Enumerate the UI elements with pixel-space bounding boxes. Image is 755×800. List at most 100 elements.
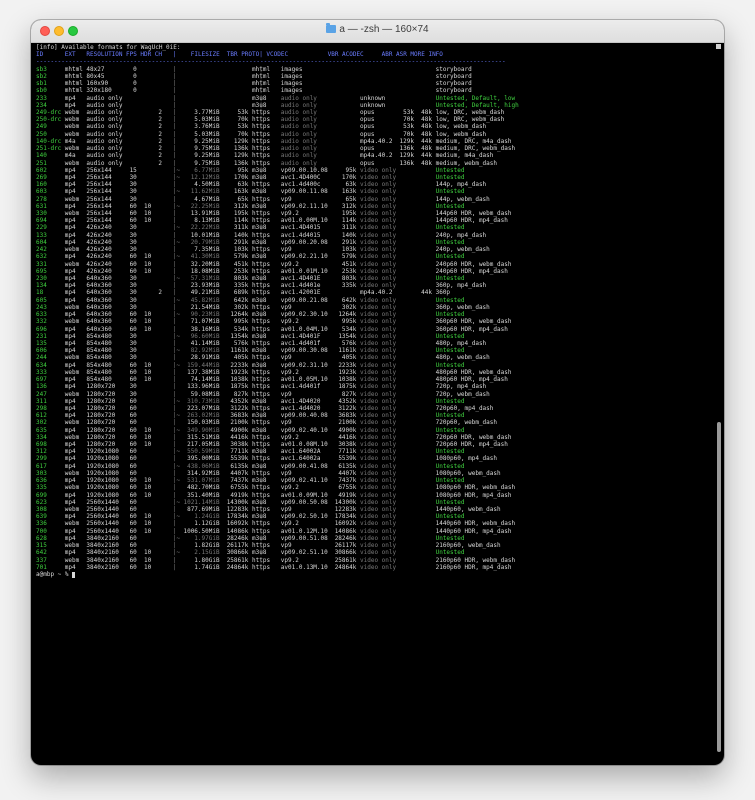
column-separator: | — [172, 325, 177, 333]
cell-vcodec: avc1.4D401E — [280, 275, 321, 282]
scrollbar-thumb[interactable] — [717, 422, 721, 752]
terminal-output[interactable]: [info] Available formats for WagUcH_0iE:… — [36, 44, 710, 765]
window-title-text: a — -zsh — 160×74 — [339, 24, 429, 35]
format-row: 642 mp4 3840x2160 60 10 ~2.15GiB 30866k m3u8 vp0… — [36, 549, 710, 556]
cell-res: audio only — [86, 152, 123, 160]
cell-more: 1080p60 HDR, mp4_dash — [435, 491, 512, 499]
cell-more: Untested — [435, 426, 465, 434]
format-row: 135 mp4 854x480 30 41.14MiB 576k https avc1.4d4… — [36, 340, 710, 347]
cell-filesize: 349.90MiB — [187, 426, 220, 434]
cell-res: 1280x720 — [86, 419, 116, 427]
cell-more: Untested — [435, 347, 465, 355]
cell-vcodec: avc1.4D4020 — [280, 397, 321, 405]
cell-more: 144p, webm_dash — [435, 195, 490, 203]
cell-acodec: video only — [360, 469, 397, 477]
cell-res: 1920x1080 — [86, 462, 119, 470]
cell-hdr: 10 — [143, 376, 152, 384]
cell-id: 333 — [36, 368, 47, 376]
cell-vcodec: audio only — [280, 145, 317, 153]
cell-vcodec: vp9 — [280, 303, 292, 311]
cell-fps: 60 — [129, 542, 137, 550]
format-row: 623 mp4 2560x1440 60 ~1021.14MiB 14300k m3u8 vp… — [36, 499, 710, 506]
cell-filesize: 2.15GiB — [194, 549, 220, 557]
column-separator: | — [259, 152, 263, 160]
format-row: 628 mp4 3840x2160 60 ~1.97GiB 28246k m3u8 vp09.… — [36, 535, 710, 542]
cell-acodec: video only — [360, 282, 397, 290]
cell-acodec: video only — [360, 303, 397, 311]
cell-ext: mp4 — [64, 347, 76, 355]
format-row: sb0 mhtml 320x180 0 mhtml images storyboard | | — [36, 87, 710, 94]
cell-ext: mp4 — [64, 332, 76, 340]
cell-filesize: 59.08MiB — [190, 390, 220, 398]
cell-filesize: 310.73MiB — [187, 397, 220, 405]
cell-fps: 60 — [129, 477, 137, 485]
column-separator: | — [259, 231, 263, 239]
cell-id: 302 — [36, 419, 47, 427]
cell-tbr: 17834k — [226, 513, 249, 521]
cell-filesize: 531.07MiB — [187, 477, 220, 485]
cell-hdr: 10 — [143, 217, 152, 225]
cell-id: 701 — [36, 563, 47, 571]
cell-tbr: 253k — [233, 267, 249, 275]
format-row: 251 webm audio only 2 9.75MiB 136k https audio … — [36, 160, 710, 167]
cell-filesize: 1.24GiB — [194, 513, 220, 521]
cell-more: 720p, webm_dash — [435, 390, 490, 398]
column-separator: | — [259, 166, 263, 174]
cell-fps: 60 — [129, 368, 137, 376]
format-row: 231 mp4 854x480 30 ~96.60MiB 1354k m3u8 avc1.4D… — [36, 333, 710, 340]
cell-abr: 70k — [403, 116, 414, 124]
cell-ext: webm — [64, 318, 80, 326]
cell-res: audio only — [86, 159, 123, 167]
cell-tbr: 1038k — [230, 376, 249, 384]
cell-vbr: 253k — [341, 267, 357, 275]
cell-id: 303 — [36, 469, 47, 477]
cell-filesize: 41.30MiB — [190, 253, 220, 261]
cell-asr: 44k — [421, 137, 432, 145]
cell-res: 1280x720 — [86, 404, 116, 412]
cell-more: 360p, mp4_dash — [435, 282, 487, 290]
cell-ext: webm — [64, 419, 80, 427]
header-proto: PROTO — [241, 51, 260, 59]
cell-vbr: 95k — [345, 166, 357, 174]
cell-id: 696 — [36, 325, 47, 333]
cell-acodec: video only — [360, 267, 397, 275]
format-row: 331 webm 426x240 60 10 32.20MiB 451k https vp9.2… — [36, 261, 710, 268]
cell-acodec: video only — [360, 195, 397, 203]
cell-id: 243 — [36, 303, 47, 311]
cell-vbr: 1354k — [338, 332, 357, 340]
column-separator: | — [259, 506, 263, 513]
cell-fps: 30 — [129, 238, 137, 246]
scrollbar[interactable] — [714, 44, 722, 761]
cell-ext: webm — [64, 354, 80, 362]
cell-filesize: 71.07MiB — [190, 318, 220, 326]
cell-res: 256x144 — [86, 166, 112, 174]
cell-fps: 30 — [129, 173, 137, 181]
cell-more: 144p60 HDR, mp4_dash — [435, 217, 508, 225]
cell-vbr: 7437k — [338, 477, 357, 485]
column-separator: | — [259, 498, 263, 506]
cell-more: 1440p60, webm_dash — [435, 506, 501, 513]
cell-tbr: 579k — [233, 253, 249, 261]
cell-res: 3840x2160 — [86, 563, 119, 571]
header-abr: ABR — [381, 51, 393, 59]
column-separator: | — [259, 520, 263, 528]
column-separator: | — [259, 72, 263, 80]
cell-more: Untested — [435, 238, 465, 246]
cell-more: Untested — [435, 361, 465, 369]
column-separator: | — [259, 318, 263, 326]
cell-acodec: video only — [360, 383, 397, 391]
header-fps: FPS — [126, 51, 137, 59]
cell-abr: 136k — [399, 145, 414, 153]
cell-vbr: 827k — [341, 390, 357, 398]
cell-id: 631 — [36, 202, 47, 210]
cell-id: 635 — [36, 426, 47, 434]
cell-ext: mp4 — [64, 376, 76, 384]
column-separator: | — [172, 173, 177, 181]
cell-more: Untested, Default, high — [435, 101, 519, 109]
cell-ext: webm — [64, 246, 80, 254]
column-separator: | — [172, 65, 177, 73]
format-row: 632 mp4 426x240 60 10 ~41.30MiB 579k m3u8 vp09.0… — [36, 253, 710, 260]
cell-id: 617 — [36, 462, 47, 470]
cell-vcodec: avc1.4d4015 — [280, 231, 321, 239]
cell-ext: webm — [64, 116, 80, 124]
